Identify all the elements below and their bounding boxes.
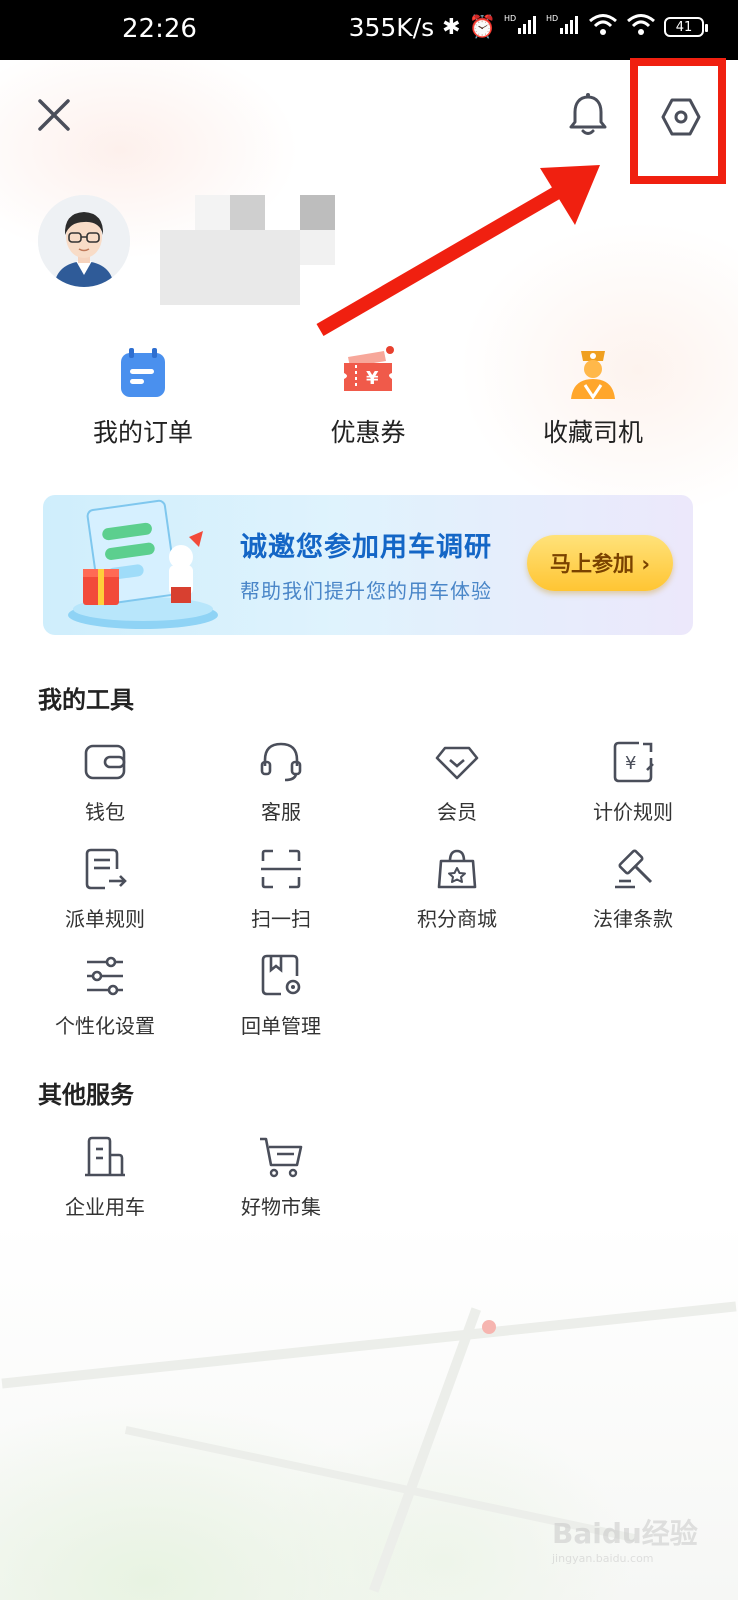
notification-button[interactable] bbox=[566, 92, 610, 138]
tool-label: 派单规则 bbox=[65, 907, 145, 931]
orders-icon bbox=[115, 345, 171, 401]
points-mall-icon bbox=[433, 845, 481, 893]
service-label: 好物市集 bbox=[241, 1195, 321, 1219]
building-icon bbox=[81, 1133, 129, 1181]
svg-text:HD: HD bbox=[504, 14, 516, 23]
status-time: 22:26 bbox=[122, 14, 197, 44]
service-item-enterprise-car[interactable]: 企业用车 bbox=[17, 1133, 193, 1220]
close-icon bbox=[38, 99, 70, 131]
annotation-arrow bbox=[316, 165, 600, 337]
annotation-highlight-box bbox=[630, 58, 726, 184]
wifi-icon bbox=[588, 12, 618, 42]
quick-label: 我的订单 bbox=[92, 418, 193, 447]
banner-subtitle: 帮助我们提升您的用车体验 bbox=[240, 579, 492, 603]
avatar[interactable] bbox=[38, 195, 130, 287]
tool-item-pricing-rules[interactable]: ¥ 计价规则 bbox=[545, 738, 721, 825]
tool-item-receipt-management[interactable]: 回单管理 bbox=[193, 952, 369, 1039]
bell-icon bbox=[569, 93, 607, 135]
tool-item-membership[interactable]: 会员 bbox=[369, 738, 545, 825]
username-redacted bbox=[160, 195, 345, 305]
gavel-icon bbox=[609, 845, 657, 893]
alarm-icon: ⏰ bbox=[468, 14, 496, 40]
tool-item-scan[interactable]: 扫一扫 bbox=[193, 845, 369, 932]
network-speed: 355K/s bbox=[348, 12, 435, 42]
wifi-icon bbox=[626, 12, 656, 42]
tool-label: 扫一扫 bbox=[251, 907, 311, 931]
battery-icon: 41 bbox=[664, 17, 708, 37]
quick-label: 优惠券 bbox=[330, 418, 406, 447]
quick-item-favorite-driver[interactable]: 收藏司机 bbox=[493, 345, 693, 449]
bluetooth-icon: ✱ bbox=[442, 14, 461, 40]
avatar-illustration bbox=[38, 195, 130, 287]
svg-text:HD: HD bbox=[546, 14, 558, 23]
cart-icon bbox=[257, 1133, 305, 1181]
wallet-icon bbox=[81, 738, 129, 786]
tool-label: 会员 bbox=[437, 800, 477, 824]
survey-illustration bbox=[68, 499, 218, 629]
tool-label: 积分商城 bbox=[417, 907, 497, 931]
tool-item-personalization[interactable]: 个性化设置 bbox=[17, 952, 193, 1039]
banner-title: 诚邀您参加用车调研 bbox=[240, 532, 492, 563]
tool-item-points-mall[interactable]: 积分商城 bbox=[369, 845, 545, 932]
quick-item-orders[interactable]: 我的订单 bbox=[43, 345, 243, 449]
headset-icon bbox=[257, 738, 305, 786]
diamond-icon bbox=[433, 738, 481, 786]
tools-section-title: 我的工具 bbox=[38, 686, 134, 714]
dispatch-rule-icon bbox=[81, 845, 129, 893]
signal-hd-icon: HD bbox=[546, 12, 580, 42]
baidu-watermark: Baidu经验 jingyan.baidu.com bbox=[552, 1512, 702, 1582]
tool-label: 钱包 bbox=[85, 800, 125, 824]
quick-item-coupon[interactable]: ¥ 优惠券 bbox=[268, 345, 468, 449]
receipt-manage-icon bbox=[257, 952, 305, 1000]
watermark-url: jingyan.baidu.com bbox=[552, 1552, 654, 1565]
tool-label: 客服 bbox=[261, 800, 301, 824]
sliders-icon bbox=[81, 952, 129, 1000]
tool-item-legal-terms[interactable]: 法律条款 bbox=[545, 845, 721, 932]
tool-label: 计价规则 bbox=[593, 800, 673, 824]
join-now-button[interactable]: 马上参加 › bbox=[527, 535, 673, 591]
coupon-icon: ¥ bbox=[340, 345, 396, 401]
watermark-brand: Baidu经验 bbox=[552, 1517, 698, 1550]
price-rule-icon: ¥ bbox=[609, 738, 657, 786]
svg-text:¥: ¥ bbox=[625, 753, 636, 774]
close-button[interactable] bbox=[34, 95, 74, 135]
scan-icon bbox=[257, 845, 305, 893]
quick-label: 收藏司机 bbox=[542, 418, 643, 447]
battery-level: 41 bbox=[675, 19, 693, 35]
services-section-title: 其他服务 bbox=[38, 1081, 134, 1109]
tool-item-dispatch-rules[interactable]: 派单规则 bbox=[17, 845, 193, 932]
tool-label: 个性化设置 bbox=[55, 1014, 155, 1038]
svg-text:¥: ¥ bbox=[366, 368, 379, 389]
status-bar: 22:26 355K/s ✱ ⏰ HD HD 41 bbox=[0, 0, 738, 60]
tool-label: 法律条款 bbox=[593, 907, 673, 931]
service-item-goods-market[interactable]: 好物市集 bbox=[193, 1133, 369, 1220]
tool-item-wallet[interactable]: 钱包 bbox=[17, 738, 193, 825]
signal-hd-icon: HD bbox=[504, 12, 538, 42]
tool-item-customer-service[interactable]: 客服 bbox=[193, 738, 369, 825]
status-icons: 355K/s ✱ ⏰ HD HD 41 bbox=[348, 12, 708, 42]
quick-actions: 我的订单 ¥ 优惠券 收藏司机 bbox=[0, 345, 738, 455]
service-label: 企业用车 bbox=[65, 1195, 145, 1219]
favorite-driver-icon bbox=[565, 345, 621, 401]
tool-label: 回单管理 bbox=[241, 1014, 321, 1038]
survey-banner[interactable]: 诚邀您参加用车调研 帮助我们提升您的用车体验 马上参加 › bbox=[43, 495, 693, 635]
